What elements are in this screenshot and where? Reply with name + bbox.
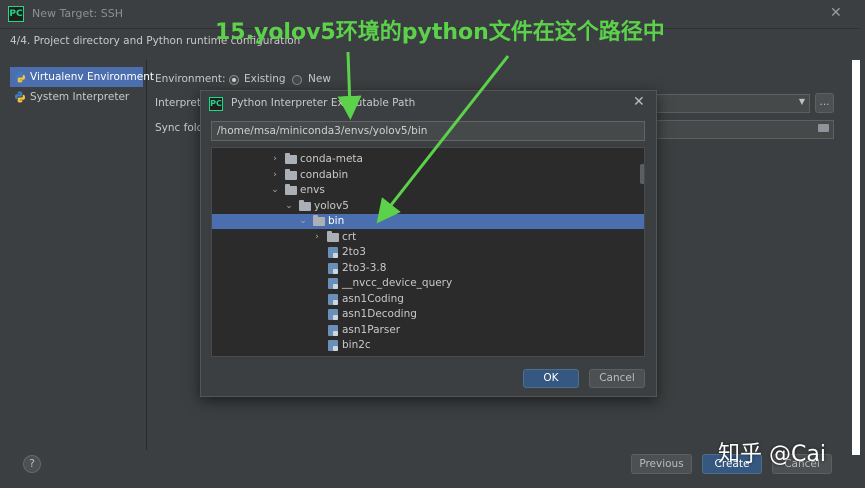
- annotation-arrow-to-bin: [376, 55, 510, 224]
- zhihu-watermark: 知乎 @Cai: [718, 442, 826, 467]
- annotation-arrow-to-path: [337, 51, 362, 120]
- annotation-arrows: [337, 51, 510, 224]
